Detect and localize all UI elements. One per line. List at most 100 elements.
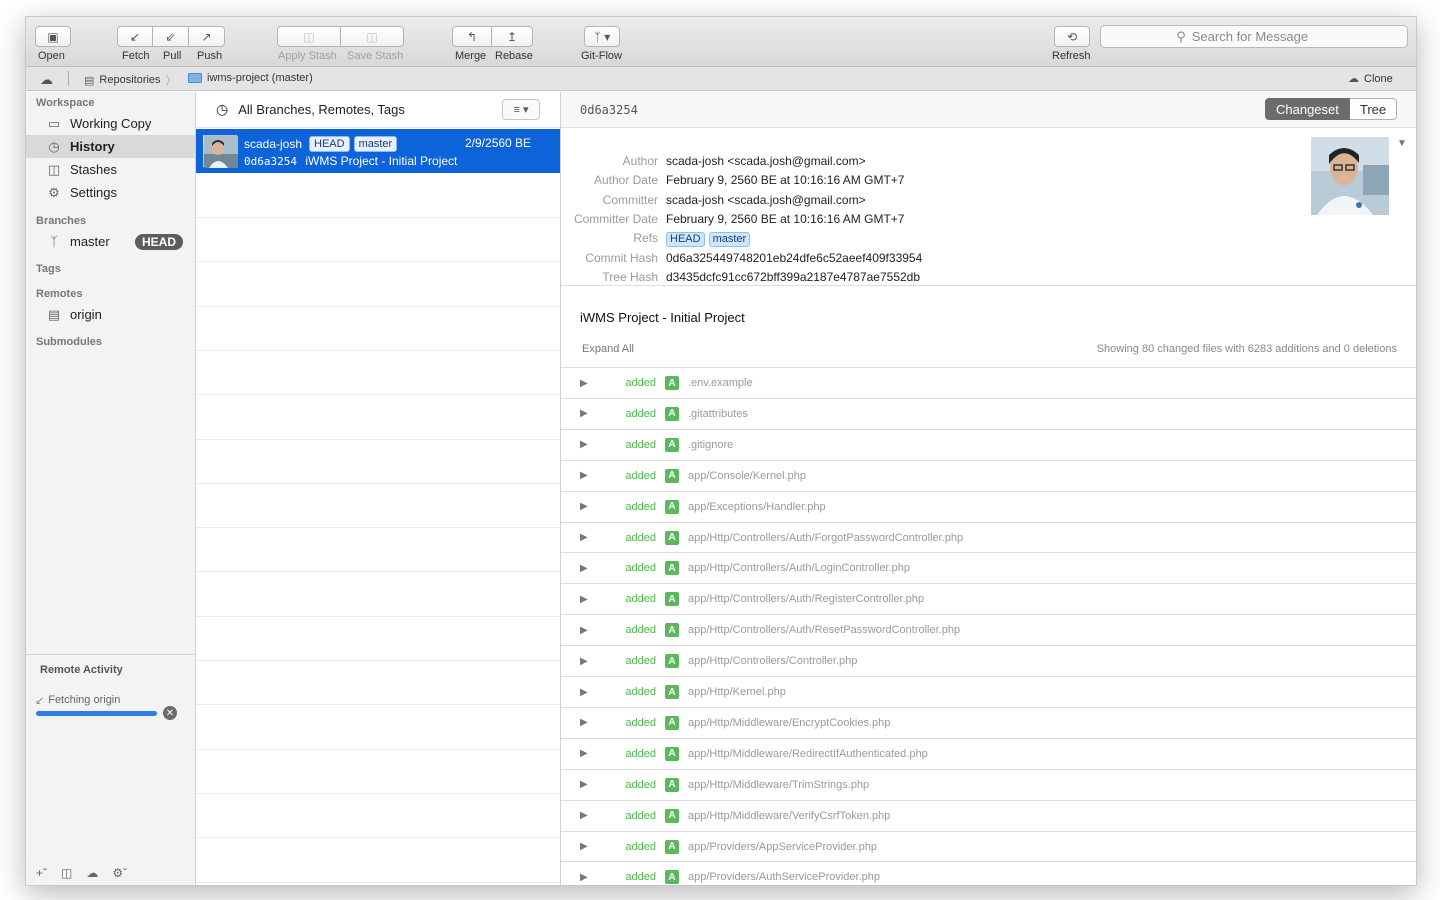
disclosure-triangle-icon[interactable]: ▶ bbox=[561, 594, 601, 605]
clone-button[interactable]: ☁ Clone bbox=[1348, 72, 1393, 86]
file-row[interactable]: ▶ added Aapp/Providers/AppServiceProvider.… bbox=[561, 830, 1416, 862]
disclosure-triangle-icon[interactable]: ▶ bbox=[561, 439, 601, 450]
apply-stash-label: Apply Stash bbox=[278, 50, 337, 62]
pull-button[interactable]: ⇙ bbox=[153, 26, 189, 47]
save-stash-button[interactable]: ◫ bbox=[341, 26, 404, 47]
added-badge: A bbox=[665, 530, 679, 545]
file-row[interactable]: ▶ added Aapp/Http/Kernel.php bbox=[561, 676, 1416, 707]
disclosure-triangle-icon[interactable]: ▶ bbox=[561, 625, 601, 636]
file-path: app/Http/Middleware/TrimStrings.php bbox=[688, 778, 870, 791]
commit-summary-line: 0d6a3254 iWMS Project - Initial Project bbox=[244, 154, 457, 168]
meta-label: Refs bbox=[633, 231, 658, 245]
sidebar-item-stashes[interactable]: ◫ Stashes bbox=[26, 158, 195, 181]
disclosure-triangle-icon[interactable]: ▶ bbox=[561, 378, 601, 389]
cloud-download-icon: ☁ bbox=[1348, 73, 1359, 85]
sidebar-item-branch-master[interactable]: ᛉ master HEAD bbox=[26, 230, 195, 253]
disclosure-triangle-icon[interactable]: ▶ bbox=[561, 532, 601, 543]
disclosure-triangle-icon[interactable]: ▶ bbox=[561, 841, 601, 852]
inbox-icon[interactable]: ◫ bbox=[61, 866, 72, 880]
file-row[interactable]: ▶ added Aapp/Http/Controllers/Auth/LoginCo… bbox=[561, 552, 1416, 583]
fetch-button[interactable]: ↙ bbox=[117, 26, 153, 47]
disclosure-triangle-icon[interactable]: ▶ bbox=[561, 810, 601, 821]
merge-button[interactable]: ↰ bbox=[452, 26, 492, 47]
refresh-button[interactable]: ⟲ bbox=[1054, 26, 1090, 47]
gitflow-button[interactable]: ᛉ ▾ bbox=[584, 26, 620, 47]
metadata-divider bbox=[561, 285, 1416, 286]
sidebar-item-history[interactable]: ◷ History bbox=[26, 135, 195, 158]
file-path: app/Http/Kernel.php bbox=[688, 686, 786, 698]
added-badge: A bbox=[665, 406, 679, 421]
file-row[interactable]: ▶ added Aapp/Providers/AuthServiceProvider… bbox=[561, 861, 1416, 885]
file-row[interactable]: ▶ added Aapp/Http/Middleware/EncryptCookie… bbox=[561, 706, 1416, 738]
branch-filter-label[interactable]: All Branches, Remotes, Tags bbox=[238, 102, 405, 117]
file-status: added bbox=[625, 716, 656, 729]
empty-row-divider bbox=[196, 748, 560, 750]
file-row[interactable]: ▶ added Aapp/Http/Middleware/RedirectIfAut… bbox=[561, 737, 1416, 769]
meta-label: Committer Date bbox=[573, 212, 658, 226]
ref-badge-master[interactable]: master bbox=[708, 232, 751, 247]
open-button[interactable]: ▣ bbox=[35, 26, 71, 47]
file-row[interactable]: ▶ added Aapp/Http/Middleware/VerifyCsrfTok… bbox=[561, 799, 1416, 831]
disclosure-triangle-icon[interactable]: ▶ bbox=[561, 470, 601, 481]
author-photo bbox=[1311, 137, 1389, 215]
empty-row-divider bbox=[196, 792, 560, 794]
view-options-button[interactable]: ≡ ▾ bbox=[502, 99, 540, 120]
apply-stash-button[interactable]: ◫ bbox=[277, 26, 341, 47]
file-row[interactable]: ▶ added Aapp/Http/Middleware/TrimStrings.p… bbox=[561, 768, 1416, 800]
crumb-repositories[interactable]: ▤ Repositories 〉 bbox=[84, 72, 177, 88]
disclosure-triangle-icon[interactable]: ▶ bbox=[561, 408, 601, 419]
cloud-button[interactable]: ☁ bbox=[40, 72, 53, 88]
rebase-button[interactable]: ↥ bbox=[492, 26, 533, 47]
file-row[interactable]: ▶ added Aapp/Http/Controllers/Controller.p… bbox=[561, 645, 1416, 676]
cloud-icon[interactable]: ☁ bbox=[86, 866, 98, 880]
head-badge: HEAD bbox=[135, 233, 184, 250]
file-path: .env.example bbox=[688, 377, 753, 389]
tab-changeset[interactable]: Changeset bbox=[1265, 98, 1350, 120]
file-row[interactable]: ▶ added Aapp/Http/Controllers/Auth/Registe… bbox=[561, 583, 1416, 614]
file-row[interactable]: ▶ added A .env.example bbox=[561, 367, 1416, 398]
disclosure-triangle-icon[interactable]: ▶ bbox=[561, 717, 601, 728]
disclosure-triangle-icon[interactable]: ▶ bbox=[561, 687, 601, 698]
file-path: app/Exceptions/Handler.php bbox=[688, 500, 826, 513]
push-icon: ↗ bbox=[201, 29, 212, 44]
gear-icon[interactable]: ⚙ˇ bbox=[112, 866, 127, 880]
file-path: app/Http/Controllers/Auth/ForgotPassword… bbox=[688, 531, 964, 544]
file-row[interactable]: ▶ added Aapp/Exceptions/Handler.php bbox=[561, 490, 1416, 522]
file-row[interactable]: ▶ added A .gitignore bbox=[561, 428, 1416, 460]
submodules-heading[interactable]: Submodules bbox=[36, 336, 102, 348]
file-row[interactable]: ▶ added Aapp/Http/Controllers/Auth/ResetPa… bbox=[561, 614, 1416, 645]
sidebar-item-settings[interactable]: ⚙ Settings bbox=[26, 181, 195, 204]
avatar-menu-chevron[interactable]: ▼ bbox=[1397, 138, 1407, 149]
disclosure-triangle-icon[interactable]: ▶ bbox=[561, 656, 601, 667]
disclosure-triangle-icon[interactable]: ▶ bbox=[561, 872, 601, 883]
commit-row[interactable]: scada-josh HEAD master 2/9/2560 BE 0d6a3… bbox=[196, 129, 560, 173]
cancel-fetch-button[interactable]: ✕ bbox=[163, 706, 177, 720]
empty-row-divider bbox=[196, 527, 560, 529]
disclosure-triangle-icon[interactable]: ▶ bbox=[561, 563, 601, 574]
file-path: app/Console/Kernel.php bbox=[688, 469, 807, 482]
search-field[interactable]: ⚲ bbox=[1100, 25, 1408, 48]
file-row[interactable]: ▶ added Aapp/Console/Kernel.php bbox=[561, 459, 1416, 491]
file-row[interactable]: ▶ added Aapp/Http/Controllers/Auth/ForgotP… bbox=[561, 521, 1416, 553]
added-badge: A bbox=[665, 746, 679, 761]
fetch-icon: ↙ bbox=[129, 29, 141, 44]
add-icon[interactable]: +ˇ bbox=[36, 866, 47, 880]
empty-row-divider bbox=[196, 571, 560, 573]
file-row[interactable]: ▶ added A .gitattributes bbox=[561, 397, 1416, 429]
clock-icon: ◷ bbox=[48, 138, 60, 154]
crumb-project[interactable]: iwms-project (master) bbox=[188, 72, 313, 84]
sidebar-item-working-copy[interactable]: ▭ Working Copy bbox=[26, 112, 195, 135]
ref-badge-head[interactable]: HEAD bbox=[666, 232, 705, 247]
expand-all-button[interactable]: Expand All bbox=[582, 343, 634, 355]
empty-row-divider bbox=[196, 482, 560, 484]
commit-detail: 0d6a3254 Changeset Tree Author scada-jos… bbox=[561, 92, 1416, 885]
sidebar-item-remote-origin[interactable]: ▤ origin bbox=[26, 303, 195, 326]
disclosure-triangle-icon[interactable]: ▶ bbox=[561, 501, 601, 512]
search-input[interactable] bbox=[1191, 29, 1332, 44]
tab-tree[interactable]: Tree bbox=[1349, 98, 1398, 120]
tags-heading[interactable]: Tags bbox=[36, 263, 61, 275]
push-button[interactable]: ↗ bbox=[189, 26, 225, 47]
disclosure-triangle-icon[interactable]: ▶ bbox=[561, 748, 601, 759]
pull-label: Pull bbox=[163, 50, 182, 62]
disclosure-triangle-icon[interactable]: ▶ bbox=[561, 779, 601, 790]
